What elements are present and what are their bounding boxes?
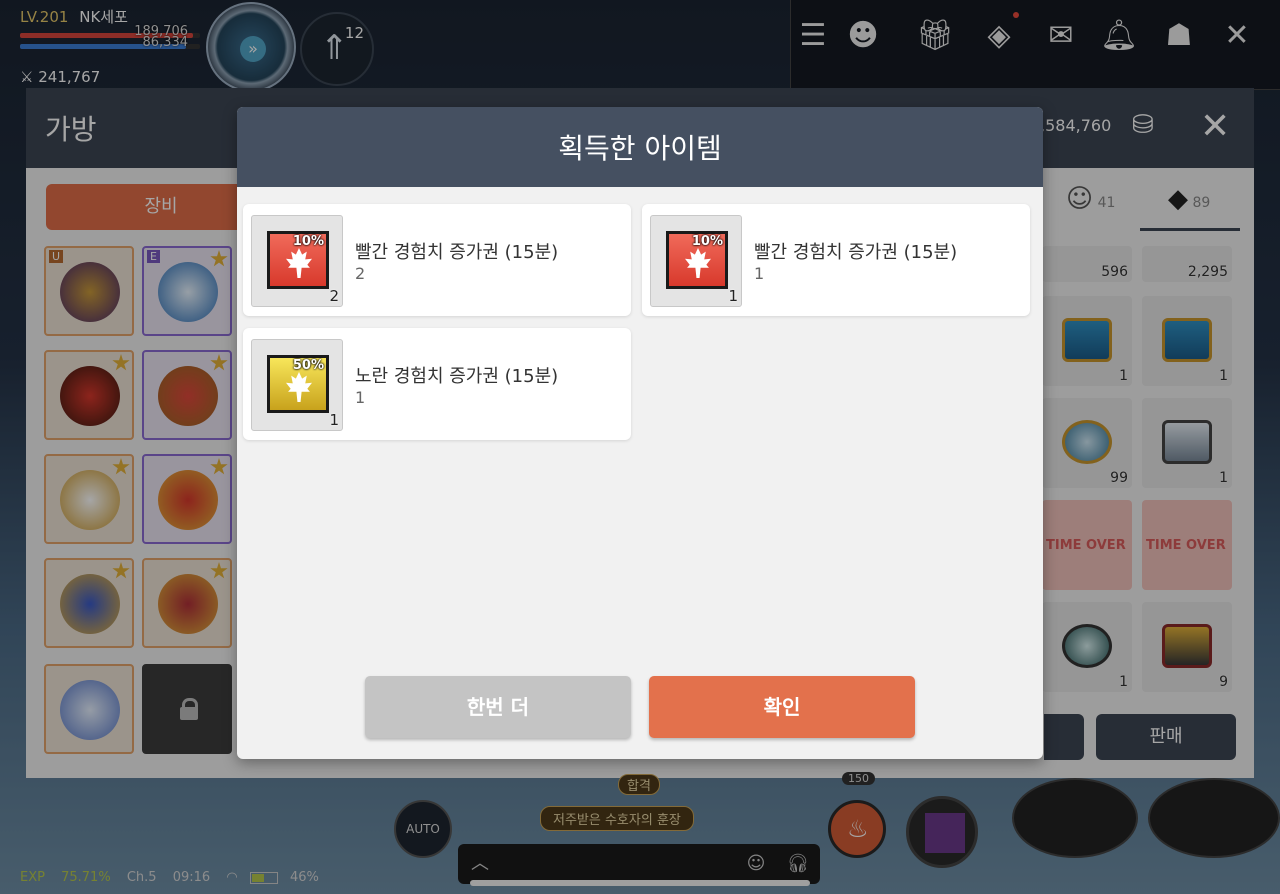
acquired-items-dialog: 획득한 아이템 10% 2 빨간 경험치 증가권 (15분) 2 10% 1 빨…: [237, 107, 1043, 759]
item-icon-frame: 10% 2: [251, 215, 343, 307]
acquired-item-card[interactable]: 50% 1 노란 경험치 증가권 (15분) 1: [243, 328, 631, 440]
game-screen: LV.201 NK세포 189,706 86,334 ⚔ 241,767 » ⇑…: [0, 0, 1280, 894]
confirm-button[interactable]: 확인: [649, 676, 915, 738]
item-name: 노란 경험치 증가권 (15분): [355, 366, 559, 387]
item-icon-frame: 50% 1: [251, 339, 343, 431]
dialog-header: 획득한 아이템: [237, 107, 1043, 187]
item-quantity-badge: 2: [329, 287, 339, 305]
red-exp-ticket-icon: 10%: [666, 231, 728, 289]
yellow-exp-ticket-icon: 50%: [267, 355, 329, 413]
maple-leaf-icon: [286, 372, 312, 402]
item-name: 빨간 경험치 증가권 (15분): [754, 242, 958, 263]
acquired-item-card[interactable]: 10% 2 빨간 경험치 증가권 (15분) 2: [243, 204, 631, 316]
item-quantity-badge: 1: [329, 411, 339, 429]
item-icon-frame: 10% 1: [650, 215, 742, 307]
item-quantity-badge: 1: [728, 287, 738, 305]
item-count: 1: [754, 264, 765, 283]
retry-button[interactable]: 한번 더: [365, 676, 631, 738]
maple-leaf-icon: [685, 248, 711, 278]
ticket-percent: 10%: [292, 234, 324, 249]
item-count: 2: [355, 264, 366, 283]
red-exp-ticket-icon: 10%: [267, 231, 329, 289]
ticket-percent: 50%: [292, 358, 324, 373]
ticket-percent: 10%: [691, 234, 723, 249]
item-name: 빨간 경험치 증가권 (15분): [355, 242, 559, 263]
item-count: 1: [355, 388, 366, 407]
maple-leaf-icon: [286, 248, 312, 278]
acquired-item-card[interactable]: 10% 1 빨간 경험치 증가권 (15분) 1: [642, 204, 1030, 316]
dialog-title: 획득한 아이템: [558, 132, 722, 165]
